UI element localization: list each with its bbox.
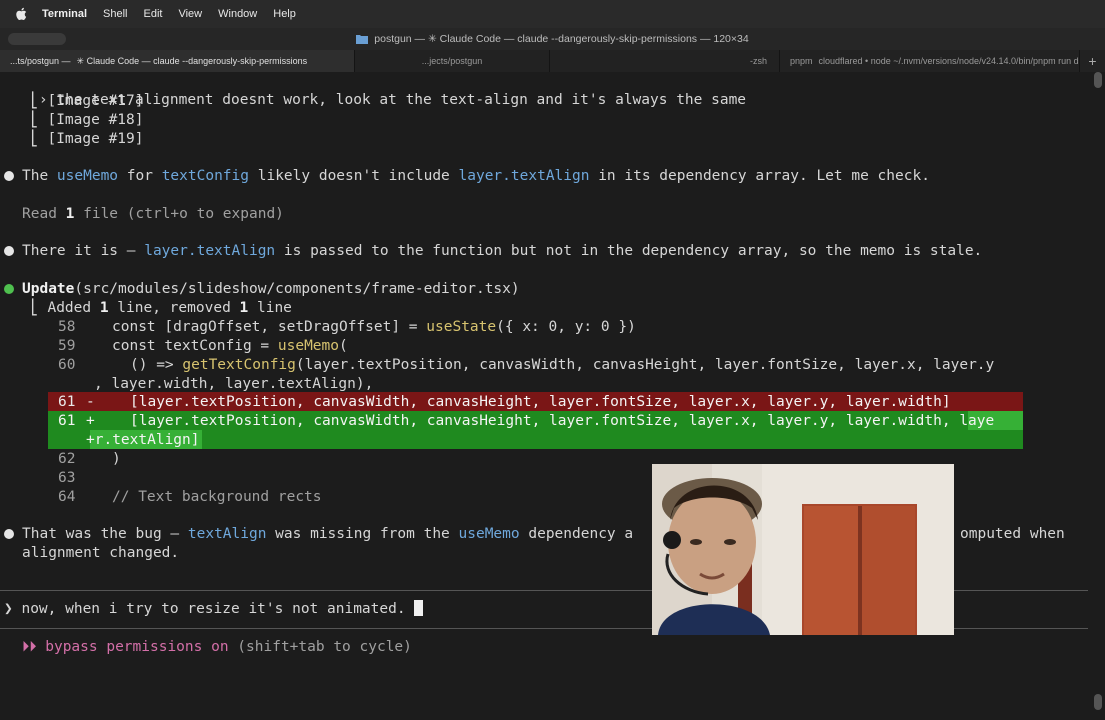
code-line: const textConfig = useMemo(: [112, 338, 348, 354]
diff-sign: -: [86, 394, 95, 410]
tab-pnpm[interactable]: pnpm cloudflared • node ~/.nvm/versions/…: [780, 50, 1080, 72]
prompt-input[interactable]: ❯ now, when i try to resize it's not ani…: [4, 600, 424, 618]
tab-claude-code[interactable]: ...ts/postgun — ✳ Claude Code — claude -…: [0, 50, 355, 72]
bullet-icon: [4, 246, 14, 256]
webcam-overlay: [652, 464, 954, 635]
line-number: 64: [58, 489, 76, 505]
text-cursor: [414, 600, 424, 616]
line-number: 59: [58, 338, 76, 354]
folder-icon: [356, 34, 369, 44]
webcam-person-image: [652, 464, 954, 635]
fast-forward-icon: ⏵⏵: [22, 639, 37, 655]
read-file-line[interactable]: Read 1 file (ctrl+o to expand): [22, 205, 284, 223]
new-tab-button[interactable]: +: [1080, 50, 1105, 72]
update-header: Update(src/modules/slideshow/components/…: [22, 281, 520, 297]
line-number: 60: [58, 357, 76, 373]
tab-label: ✳ Claude Code — claude --dangerously-ski…: [76, 55, 308, 66]
menu-shell[interactable]: Shell: [103, 8, 127, 20]
assistant-message: The useMemo for textConfig likely doesn'…: [22, 168, 930, 184]
line-number: 58: [58, 319, 76, 335]
code-line: [layer.textPosition, canvasWidth, canvas…: [130, 394, 951, 410]
image-ref: ⎣ [Image #17]: [30, 93, 144, 109]
line-number: 63: [58, 470, 76, 486]
tab-label: -zsh: [749, 56, 767, 66]
line-number: 61: [58, 394, 76, 410]
code-line: , layer.width, layer.textAlign),: [94, 376, 374, 392]
update-summary: ⎣ Added 1 line, removed 1 line: [30, 300, 292, 316]
scrollbar-top[interactable]: [1094, 72, 1102, 88]
line-number: 61: [58, 413, 76, 429]
code-line: +r.textAlign]: [86, 432, 200, 448]
code-line: ): [112, 451, 121, 467]
window-titlebar: postgun — ✳ Claude Code — claude --dange…: [0, 28, 1105, 50]
tab-prefix: pnpm: [790, 56, 813, 66]
tab-postgun[interactable]: ...jects/postgun: [355, 50, 550, 72]
bullet-icon: [4, 171, 14, 181]
menu-app-terminal[interactable]: Terminal: [42, 8, 87, 20]
code-line: () => getTextConfig(layer.textPosition, …: [130, 357, 995, 373]
menu-edit[interactable]: Edit: [144, 8, 163, 20]
window-title: postgun — ✳ Claude Code — claude --dange…: [374, 33, 749, 45]
tab-prefix: ...ts/postgun —: [10, 56, 71, 66]
assistant-message: That was the bug — textAlign was missing…: [22, 526, 634, 542]
code-comment: // Text background rects: [112, 489, 322, 505]
status-dot-icon: [4, 284, 14, 294]
bullet-icon: [4, 529, 14, 539]
window-controls[interactable]: [8, 33, 66, 45]
code-line: [layer.textPosition, canvasWidth, canvas…: [130, 413, 995, 429]
scrollbar-thumb[interactable]: [1094, 694, 1102, 710]
menu-bar: Terminal Shell Edit View Window Help: [0, 0, 1105, 28]
tab-bar: ...ts/postgun — ✳ Claude Code — claude -…: [0, 50, 1105, 73]
assistant-message: There it is — layer.textAlign is passed …: [22, 243, 983, 259]
diff-sign: +: [86, 413, 95, 429]
assistant-message: alignment changed.: [22, 545, 180, 561]
tab-label: cloudflared • node ~/.nvm/versions/node/…: [818, 56, 1080, 66]
image-ref: ⎣ [Image #18]: [30, 112, 144, 128]
assistant-message-tail: omputed when: [960, 526, 1065, 542]
line-number: 62: [58, 451, 76, 467]
menu-help[interactable]: Help: [273, 8, 296, 20]
tab-zsh[interactable]: -zsh: [550, 50, 780, 72]
prompt-chevron-icon: ❯: [4, 601, 13, 617]
apple-icon[interactable]: [14, 7, 28, 21]
tab-label: ...jects/postgun: [421, 56, 483, 66]
code-line: const [dragOffset, setDragOffset] = useS…: [112, 319, 636, 335]
menu-view[interactable]: View: [178, 8, 202, 20]
menu-window[interactable]: Window: [218, 8, 257, 20]
image-ref: ⎣ [Image #19]: [30, 131, 144, 147]
permission-status[interactable]: ⏵⏵ bypass permissions on (shift+tab to c…: [22, 638, 412, 656]
